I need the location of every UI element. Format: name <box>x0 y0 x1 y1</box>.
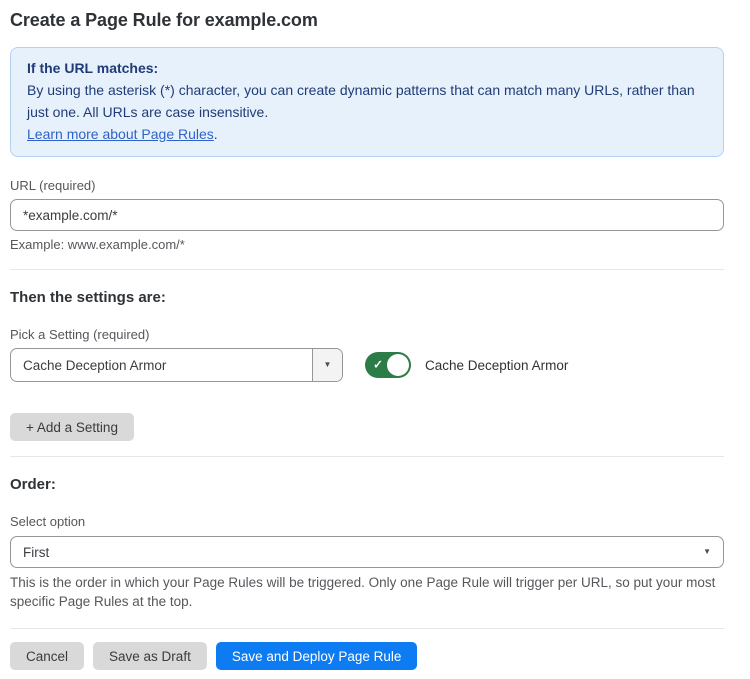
url-field-label: URL (required) <box>10 178 724 193</box>
save-as-draft-button[interactable]: Save as Draft <box>93 642 207 670</box>
url-example-hint: Example: www.example.com/* <box>10 237 724 252</box>
info-link-period: . <box>214 126 218 142</box>
setting-dropdown-arrow-button[interactable]: ▼ <box>312 349 342 381</box>
setting-toggle-label: Cache Deception Armor <box>425 358 568 373</box>
pick-setting-label: Pick a Setting (required) <box>10 327 724 342</box>
info-box-heading: If the URL matches: <box>27 57 707 79</box>
check-icon: ✓ <box>373 358 383 372</box>
chevron-down-icon: ▼ <box>703 548 711 556</box>
info-box-link-line: Learn more about Page Rules. <box>27 123 707 145</box>
info-box-body: By using the asterisk (*) character, you… <box>27 79 707 123</box>
url-input[interactable] <box>10 199 724 231</box>
save-and-deploy-button[interactable]: Save and Deploy Page Rule <box>216 642 418 670</box>
page-title: Create a Page Rule for example.com <box>10 10 724 31</box>
create-page-rule-form: Create a Page Rule for example.com If th… <box>10 0 724 670</box>
setting-toggle-switch[interactable]: ✓ <box>365 352 411 378</box>
footer-actions: Cancel Save as Draft Save and Deploy Pag… <box>10 642 724 670</box>
order-section-heading: Order: <box>10 476 724 493</box>
learn-more-page-rules-link[interactable]: Learn more about Page Rules <box>27 126 214 142</box>
settings-section-heading: Then the settings are: <box>10 289 724 306</box>
order-help-text: This is the order in which your Page Rul… <box>10 573 724 611</box>
divider <box>10 628 724 629</box>
order-select[interactable]: First ▼ <box>10 536 724 568</box>
order-select-value: First <box>23 545 703 560</box>
add-setting-button[interactable]: + Add a Setting <box>10 413 134 441</box>
toggle-knob <box>387 354 409 376</box>
divider <box>10 456 724 457</box>
setting-dropdown-value: Cache Deception Armor <box>11 358 312 373</box>
url-match-info-box: If the URL matches: By using the asteris… <box>10 47 724 157</box>
setting-dropdown[interactable]: Cache Deception Armor ▼ <box>10 348 343 382</box>
cancel-button[interactable]: Cancel <box>10 642 84 670</box>
setting-row: Cache Deception Armor ▼ ✓ Cache Deceptio… <box>10 348 724 382</box>
divider <box>10 269 724 270</box>
order-select-label: Select option <box>10 514 724 529</box>
chevron-down-icon: ▼ <box>324 361 332 369</box>
